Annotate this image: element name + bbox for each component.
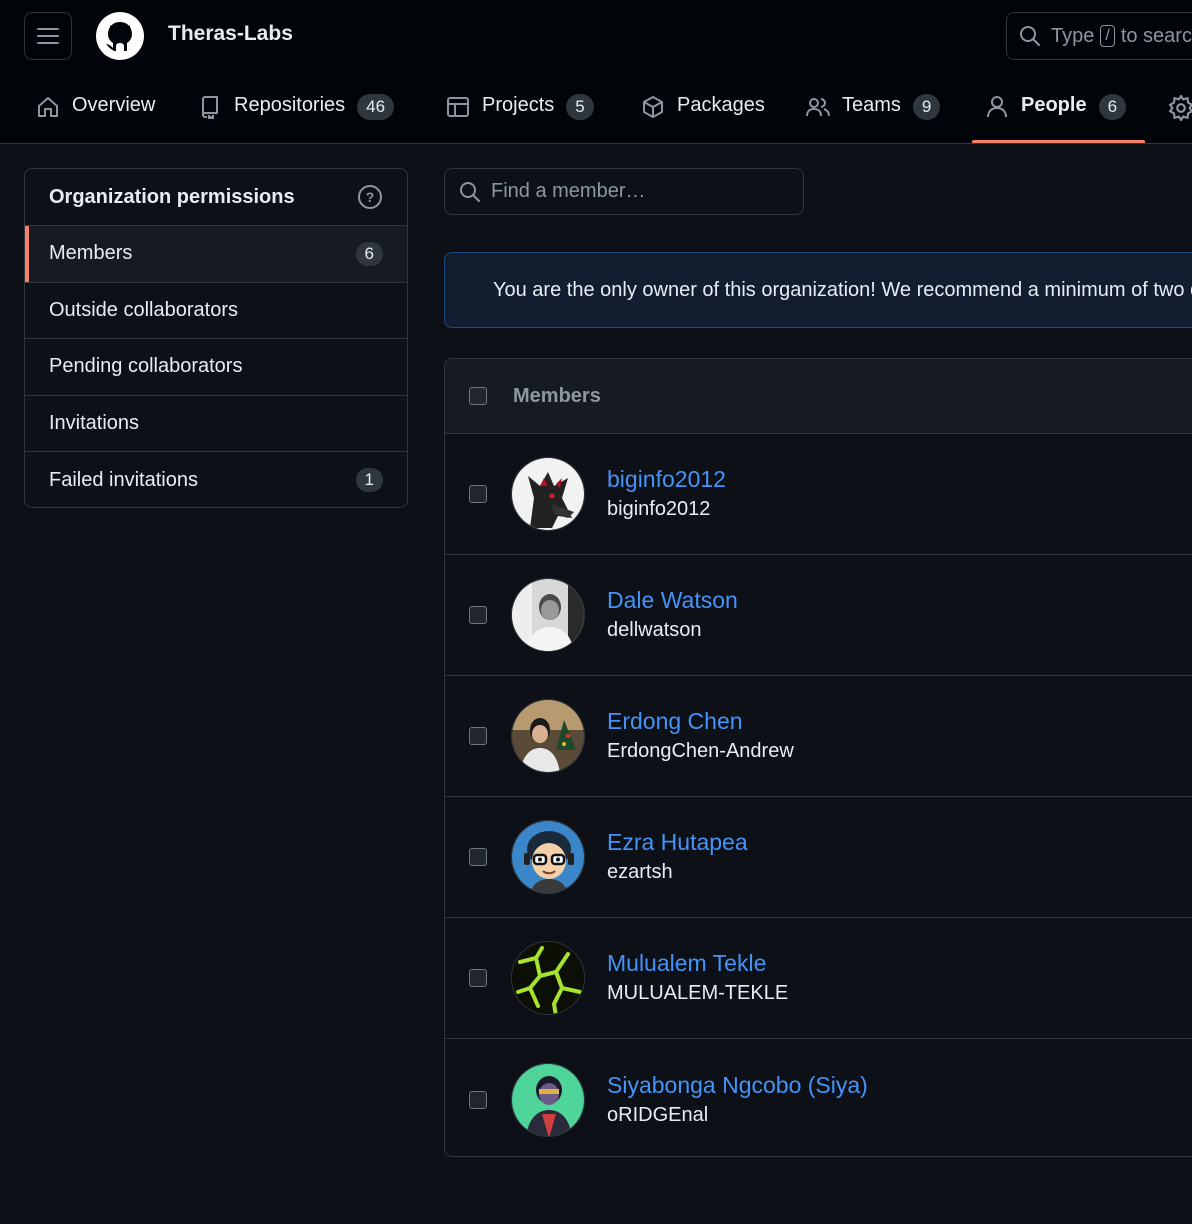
sidebar-item-label: Pending collaborators	[49, 355, 243, 378]
tab-teams[interactable]: Teams 9	[806, 84, 941, 143]
org-header: Theras-Labs Type / to search Overview Re…	[0, 0, 1192, 144]
help-question-icon[interactable]: ?	[357, 184, 383, 210]
sidebar-item-invitations[interactable]: Invitations	[25, 396, 407, 452]
member-row: Mulualem Tekle MULUALEM-TEKLE	[445, 918, 1192, 1039]
tab-people[interactable]: People 6	[985, 84, 1127, 143]
tab-projects[interactable]: Projects 5	[446, 84, 594, 143]
projects-count-badge: 5	[566, 94, 594, 120]
member-checkbox[interactable]	[469, 1090, 487, 1109]
find-member-input[interactable]	[491, 180, 781, 203]
sidebar-item-failed-invitations[interactable]: Failed invitations 1	[25, 452, 407, 507]
repo-icon	[202, 96, 218, 119]
members-count-badge: 6	[355, 241, 383, 266]
avatar[interactable]	[511, 1062, 585, 1137]
teams-count-badge: 9	[912, 94, 941, 120]
sidebar-item-label: Invitations	[49, 411, 140, 434]
failed-invitations-count-badge: 1	[355, 468, 383, 493]
tab-overview[interactable]: Overview	[36, 84, 156, 143]
sidebar-item-label: Failed invitations	[49, 468, 198, 491]
sidebar-header: Organization permissions ?	[25, 169, 407, 226]
sidebar-title: Organization permissions	[49, 185, 295, 208]
tab-settings[interactable]	[1168, 84, 1192, 143]
member-name-link[interactable]: Ezra Hutapea	[607, 827, 748, 857]
active-tab-underline	[972, 140, 1145, 143]
member-name-link[interactable]: Erdong Chen	[607, 706, 794, 736]
package-icon	[643, 96, 663, 118]
tab-label: Teams	[842, 94, 901, 116]
sidebar-item-outside-collaborators[interactable]: Outside collaborators	[25, 283, 407, 339]
member-login: biginfo2012	[607, 498, 711, 520]
search-prefix: Type	[1051, 24, 1095, 47]
tab-label: Projects	[482, 94, 555, 116]
members-list: Members biginfo2012 biginfo2012 Dale Wat…	[444, 358, 1192, 1157]
slash-key-hint: /	[1100, 25, 1115, 47]
sidebar-item-pending-collaborators[interactable]: Pending collaborators	[25, 339, 407, 396]
search-icon	[1020, 26, 1040, 46]
member-name-link[interactable]: biginfo2012	[607, 464, 726, 494]
member-row: biginfo2012 biginfo2012	[445, 434, 1192, 555]
member-row: Siyabonga Ngcobo (Siya) oRIDGEnal	[445, 1039, 1192, 1156]
member-name-link[interactable]: Dale Watson	[607, 585, 738, 615]
search-icon	[460, 181, 480, 202]
tab-label: People	[1021, 94, 1087, 116]
member-checkbox[interactable]	[469, 969, 487, 987]
people-count-badge: 6	[1098, 94, 1127, 120]
search-suffix: to search	[1120, 24, 1192, 47]
tab-label: Repositories	[234, 94, 346, 116]
member-checkbox[interactable]	[469, 727, 487, 745]
owner-warning-banner: You are the only owner of this organizat…	[444, 252, 1192, 328]
tab-packages[interactable]: Packages	[641, 84, 765, 143]
home-icon	[38, 97, 58, 117]
person-icon	[987, 96, 1007, 118]
banner-text: You are the only owner of this organizat…	[493, 278, 1192, 301]
avatar[interactable]	[511, 699, 585, 773]
avatar[interactable]	[511, 941, 585, 1015]
gear-icon	[1168, 95, 1192, 121]
member-name-link[interactable]: Siyabonga Ngcobo (Siya)	[607, 1070, 868, 1100]
member-login: ezartsh	[607, 861, 673, 883]
tab-label: Packages	[677, 94, 765, 116]
member-checkbox[interactable]	[469, 606, 487, 624]
global-search-button[interactable]: Type / to search	[1006, 12, 1192, 60]
member-login: MULUALEM-TEKLE	[607, 982, 789, 1004]
member-row: Erdong Chen ErdongChen-Andrew	[445, 676, 1192, 797]
sidebar-item-label: Outside collaborators	[49, 298, 238, 321]
member-checkbox[interactable]	[469, 848, 487, 866]
avatar[interactable]	[511, 457, 585, 531]
table-icon	[447, 97, 469, 117]
tab-repositories[interactable]: Repositories 46	[198, 84, 395, 143]
avatar[interactable]	[511, 820, 585, 894]
svg-text:?: ?	[366, 189, 375, 205]
member-checkbox[interactable]	[469, 485, 487, 503]
member-row: Ezra Hutapea ezartsh	[445, 797, 1192, 918]
members-list-header: Members	[445, 359, 1192, 434]
member-row: Dale Watson dellwatson	[445, 555, 1192, 676]
repositories-count-badge: 46	[357, 94, 395, 120]
select-all-checkbox[interactable]	[469, 387, 487, 405]
sidebar-item-label: Members	[49, 242, 133, 265]
hamburger-icon	[37, 28, 59, 44]
find-member-field[interactable]	[444, 168, 804, 215]
sidebar-item-members[interactable]: Members 6	[25, 226, 407, 283]
org-name[interactable]: Theras-Labs	[168, 22, 293, 46]
org-nav-tabs: Overview Repositories 46 Projects 5 Pack…	[0, 84, 1192, 143]
github-logo-icon[interactable]	[96, 12, 144, 60]
tab-label: Overview	[72, 94, 156, 116]
permissions-sidebar: Organization permissions ? Members 6 Out…	[24, 168, 408, 508]
members-header-label: Members	[513, 384, 601, 407]
hamburger-menu-button[interactable]	[24, 12, 72, 60]
member-login: ErdongChen-Andrew	[607, 740, 794, 762]
member-login: oRIDGEnal	[607, 1103, 709, 1126]
member-name-link[interactable]: Mulualem Tekle	[607, 948, 788, 978]
people-icon	[806, 98, 830, 117]
member-login: dellwatson	[607, 619, 702, 641]
avatar[interactable]	[511, 578, 585, 652]
